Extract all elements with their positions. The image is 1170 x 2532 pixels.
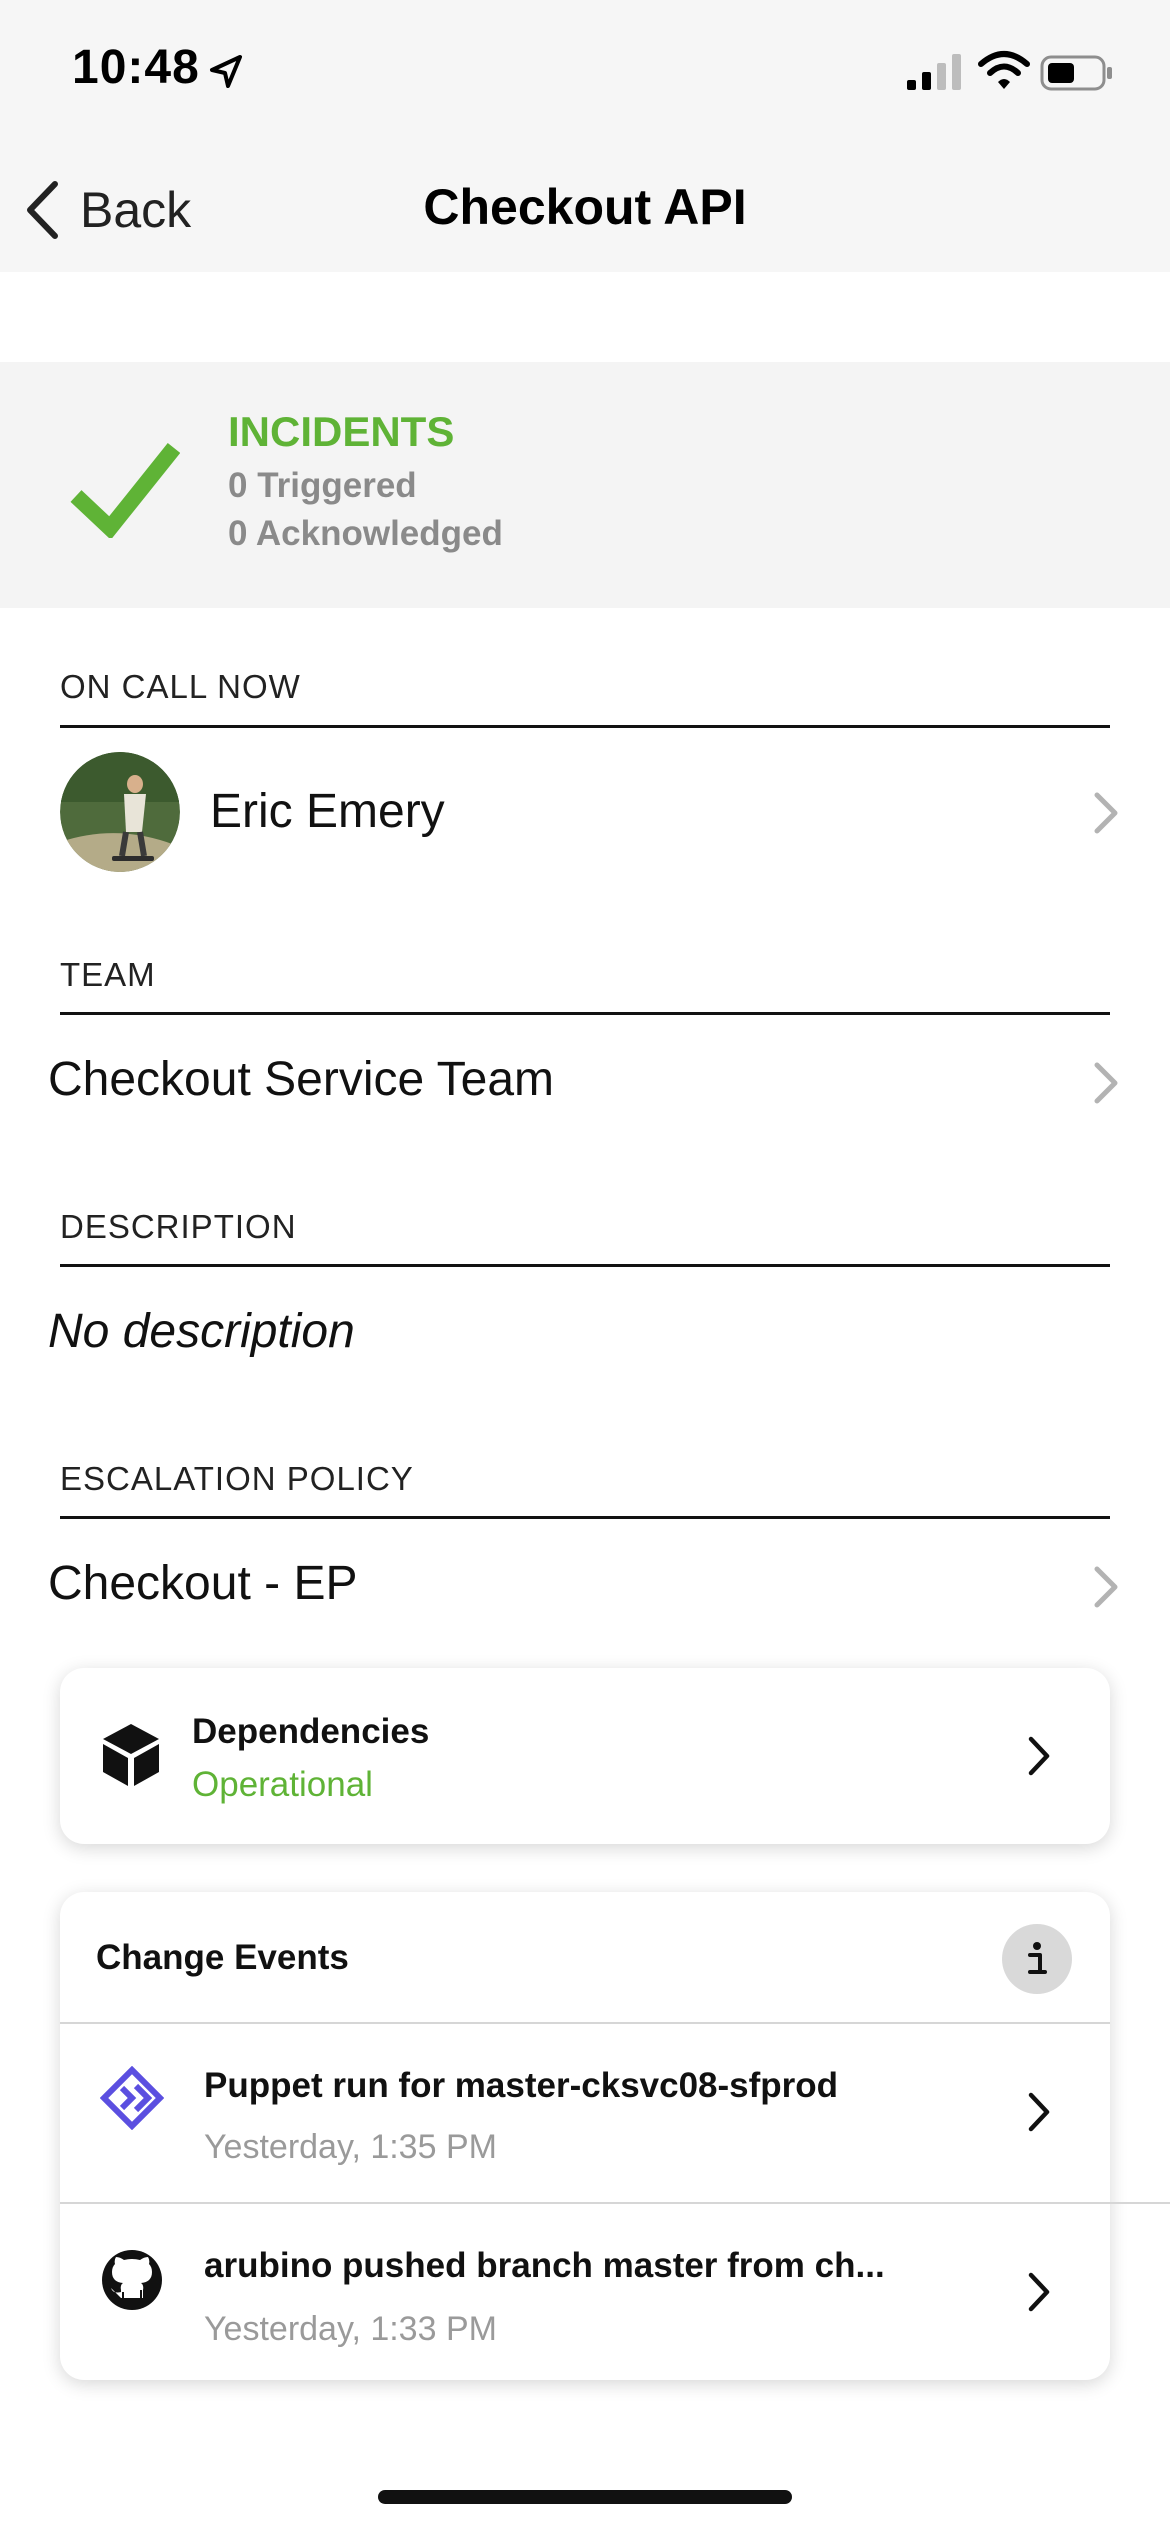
puppet-icon (100, 2066, 164, 2130)
chevron-right-icon (1028, 2092, 1050, 2132)
change-event-row[interactable] (60, 2024, 1110, 2202)
dependencies-status: Operational (192, 1765, 373, 1804)
team-heading: TEAM (60, 956, 156, 993)
dependencies-title: Dependencies (192, 1712, 430, 1751)
on-call-heading: ON CALL NOW (60, 668, 301, 705)
change-event-time: Yesterday, 1:35 PM (204, 2128, 497, 2166)
chevron-right-icon (1028, 1736, 1050, 1776)
wifi-icon (978, 51, 1030, 89)
battery-icon (1040, 55, 1112, 91)
info-icon (1028, 1942, 1047, 1974)
change-event-row[interactable] (60, 2204, 1110, 2380)
description-heading: DESCRIPTION (60, 1208, 297, 1245)
description-text: No description (48, 1305, 355, 1358)
escalation-policy-name: Checkout - EP (48, 1557, 358, 1610)
change-events-title: Change Events (96, 1938, 349, 1977)
dependencies-card[interactable] (60, 1668, 1110, 1844)
status-time: 10:48 (72, 41, 200, 94)
home-indicator[interactable] (378, 2490, 792, 2504)
section-divider (60, 1516, 1110, 1519)
info-button[interactable] (1002, 1924, 1072, 1994)
change-event-title: Puppet run for master-cksvc08-sfprod (204, 2066, 839, 2105)
location-arrow-icon (210, 55, 242, 88)
chevron-right-icon (1094, 792, 1118, 834)
on-call-name: Eric Emery (210, 785, 445, 838)
chevron-right-icon (1028, 2272, 1050, 2312)
section-divider (60, 1012, 1110, 1015)
page-title: Checkout API (423, 179, 747, 235)
section-divider (60, 725, 1110, 728)
avatar (60, 752, 180, 872)
chevron-right-icon (1094, 1566, 1118, 1608)
checkmark-icon (70, 443, 180, 538)
change-event-title: arubino pushed branch master from ch... (204, 2246, 885, 2285)
escalation-policy-heading: ESCALATION POLICY (60, 1460, 414, 1497)
github-icon (102, 2250, 162, 2310)
change-event-time: Yesterday, 1:33 PM (204, 2310, 497, 2348)
incidents-acknowledged: 0 Acknowledged (228, 514, 503, 553)
chevron-right-icon (1094, 1062, 1118, 1104)
cube-icon (103, 1724, 159, 1786)
cellular-signal-icon (907, 54, 961, 90)
team-name: Checkout Service Team (48, 1053, 555, 1106)
incidents-triggered: 0 Triggered (228, 466, 417, 505)
section-divider (60, 1264, 1110, 1267)
incidents-title: INCIDENTS (228, 408, 455, 455)
